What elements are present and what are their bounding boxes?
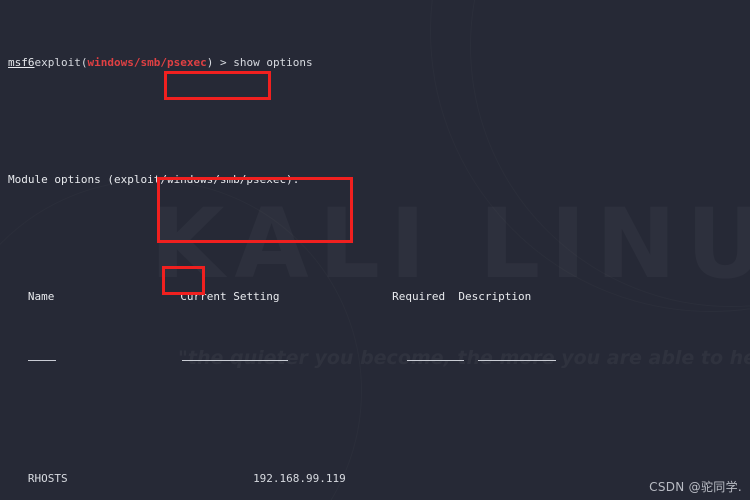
module-table-header: Name Current Setting Required Descriptio… [0, 290, 750, 303]
rule-description [477, 359, 556, 361]
prompt-suffix: ) > [206, 56, 234, 69]
csdn-watermark-credit: CSDN @驼同学. [649, 480, 742, 494]
module-table-header-rules [0, 355, 750, 368]
col-header-current-setting: Current Setting [180, 290, 280, 303]
prompt-line: msf6exploit(windows/smb/psexec) > show o… [0, 56, 750, 69]
table-row: RHOSTS 192.168.99.119 [0, 472, 750, 485]
terminal-window: KALI LINUX "the quieter you become, the … [0, 0, 750, 500]
rule-name [27, 359, 56, 361]
module-options-heading: Module options (exploit/windows/smb/psex… [8, 173, 300, 186]
prompt-module-name: windows/smb/psexec [87, 56, 207, 69]
col-header-description: Description [458, 290, 532, 303]
rule-required [406, 359, 464, 361]
rule-current-setting [181, 359, 288, 361]
option-value[interactable]: 192.168.99.119 [253, 472, 346, 485]
option-name: RHOSTS [27, 472, 68, 485]
terminal-output[interactable]: msf6exploit(windows/smb/psexec) > show o… [0, 0, 750, 500]
prompt-exploit-prefix: exploit( [34, 56, 88, 69]
col-header-name: Name [27, 290, 55, 303]
entered-command: show options [233, 56, 313, 69]
shell-prompt-label: msf6 [8, 56, 35, 69]
col-header-required: Required [392, 290, 446, 303]
